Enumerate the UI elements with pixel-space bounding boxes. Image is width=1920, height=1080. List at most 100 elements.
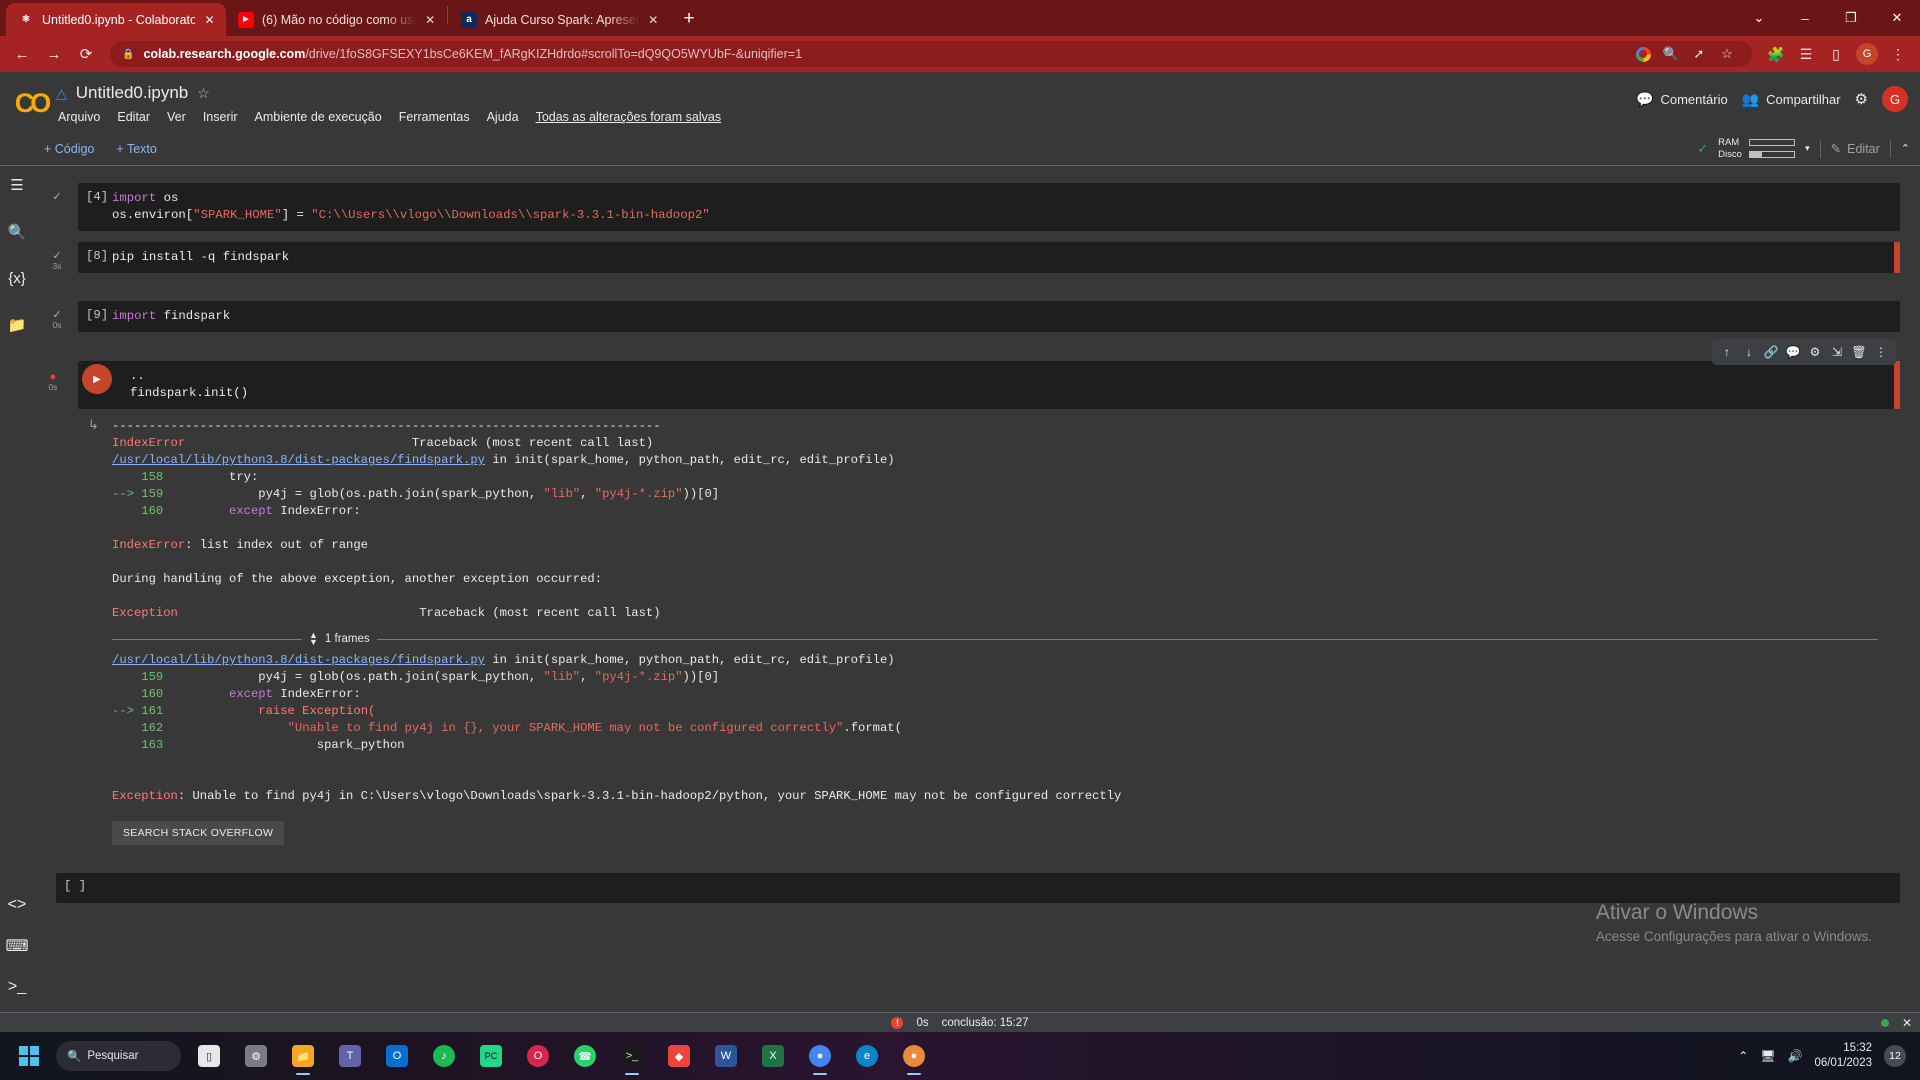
close-tab-icon[interactable]: ✕	[424, 13, 436, 27]
code-cell-active[interactable]: ▶ .. findspark.init()	[78, 361, 1900, 409]
word-icon[interactable]: W	[704, 1034, 748, 1078]
address-bar[interactable]: 🔒 colab.research.google.com/drive/1foS8G…	[110, 41, 1752, 67]
notebook-cell-active[interactable]: ↑ ↓ 🔗 💬 ⚙ ⇲ 🗑 ⋮ ● 0s ▶ .. findspark.init…	[34, 339, 1920, 857]
chevron-up-icon[interactable]: ⌃	[1738, 1049, 1748, 1063]
code-cell-9[interactable]: [9] import findspark	[78, 301, 1900, 332]
menu-item-ver[interactable]: Ver	[167, 110, 186, 124]
notebook-title[interactable]: Untitled0.ipynb	[76, 83, 188, 103]
gear-icon[interactable]: ⚙	[1855, 90, 1868, 108]
move-cell-up-icon[interactable]: ↑	[1717, 341, 1737, 363]
bookmark-star-icon[interactable]: ☆	[1714, 41, 1740, 67]
link-to-cell-icon[interactable]: 🔗	[1761, 341, 1781, 363]
back-button[interactable]: ←	[8, 40, 36, 68]
code-snippets-icon[interactable]: <>	[8, 896, 27, 914]
menu-item-inserir[interactable]: Inserir	[203, 110, 238, 124]
notebook-cell[interactable]: ✓ [4] import os os.environ["SPARK_HOME"]…	[34, 183, 1920, 231]
browser-tab-0[interactable]: ⚛ Untitled0.ipynb - Colaboratory ✕	[6, 3, 226, 36]
colab-logo-icon[interactable]: CO	[10, 82, 52, 124]
share-icon[interactable]: ➚	[1686, 41, 1712, 67]
volume-icon[interactable]: 🔊	[1787, 1049, 1802, 1063]
close-tab-icon[interactable]: ✕	[648, 13, 659, 27]
minimize-button[interactable]: –	[1782, 0, 1828, 36]
keyboard-shortcuts-icon[interactable]: ⌨	[5, 936, 28, 956]
terminal-icon[interactable]: >_	[8, 978, 26, 996]
move-cell-down-icon[interactable]: ↓	[1739, 341, 1759, 363]
add-text-cell-button[interactable]: + Texto	[116, 142, 156, 156]
more-options-icon[interactable]: ⋮	[1884, 40, 1912, 68]
search-stack-overflow-button[interactable]: SEARCH STACK OVERFLOW	[112, 821, 285, 845]
comment-button[interactable]: 💬 Comentário	[1636, 91, 1728, 108]
close-tab-icon[interactable]: ✕	[203, 13, 216, 27]
star-icon[interactable]: ☆	[197, 85, 210, 102]
edge-icon[interactable]: e	[845, 1034, 889, 1078]
start-button[interactable]	[6, 1033, 52, 1079]
empty-code-cell[interactable]: [ ]	[56, 873, 1900, 903]
mirror-cell-icon[interactable]: ⇲	[1827, 341, 1847, 363]
extensions-icon[interactable]: 🧩	[1762, 40, 1790, 68]
file-path-link[interactable]: /usr/local/lib/python3.8/dist-packages/f…	[112, 453, 485, 467]
outlook-icon[interactable]: O	[375, 1034, 419, 1078]
maximize-button[interactable]: ❐	[1828, 0, 1874, 36]
chevron-down-icon[interactable]: ▾	[1805, 143, 1810, 154]
task-view-icon[interactable]: ▯	[187, 1034, 231, 1078]
cmd-icon[interactable]: >_	[610, 1034, 654, 1078]
microsoft-teams-icon[interactable]: T	[328, 1034, 372, 1078]
add-comment-icon[interactable]: 💬	[1783, 341, 1803, 363]
edit-button[interactable]: ✎ Editar	[1831, 141, 1880, 157]
browser-tab-1[interactable]: ► (6) Mão no código como usar o S ✕	[226, 3, 446, 36]
add-code-cell-button[interactable]: + Código	[44, 142, 94, 156]
delete-cell-icon[interactable]: 🗑	[1849, 341, 1869, 363]
menu-item-ambiente[interactable]: Ambiente de execução	[255, 110, 382, 124]
file-path-link[interactable]: /usr/local/lib/python3.8/dist-packages/f…	[112, 653, 485, 667]
reading-list-icon[interactable]: ☰	[1792, 40, 1820, 68]
browser-tab-2[interactable]: a Ajuda Curso Spark: Apresentando ✕	[449, 3, 669, 36]
notebook-cell[interactable]: ✓ 3s [8] pip install -q findspark	[34, 242, 1920, 273]
resource-meter[interactable]: RAM Disco	[1718, 137, 1796, 160]
notification-badge[interactable]: 12	[1884, 1045, 1906, 1067]
profile-avatar[interactable]: G	[1856, 43, 1878, 65]
search-icon[interactable]: 🔍	[8, 223, 27, 241]
reload-button[interactable]: ⟳	[72, 40, 100, 68]
tab-search-icon[interactable]: ⌄	[1736, 0, 1782, 36]
files-icon[interactable]: 📁	[8, 316, 27, 334]
settings-icon[interactable]: ⚙	[234, 1034, 278, 1078]
table-of-contents-icon[interactable]: ☰	[10, 176, 23, 194]
save-status[interactable]: Todas as alterações foram salvas	[536, 110, 722, 124]
forward-button[interactable]: →	[40, 40, 68, 68]
close-status-icon[interactable]: ✕	[1902, 1016, 1912, 1030]
notebook-cell[interactable]: ✓ 0s [9] import findspark	[34, 301, 1920, 332]
close-window-button[interactable]: ✕	[1874, 0, 1920, 36]
code-cell-4[interactable]: [4] import os os.environ["SPARK_HOME"] =…	[78, 183, 1900, 231]
chrome-icon[interactable]: ●	[798, 1034, 842, 1078]
run-cell-button[interactable]: ▶	[82, 364, 118, 400]
pycharm-icon[interactable]: PC	[469, 1034, 513, 1078]
anydesk-icon[interactable]: ◆	[657, 1034, 701, 1078]
excel-icon[interactable]: X	[751, 1034, 795, 1078]
side-panel-icon[interactable]: ▯	[1822, 40, 1850, 68]
new-tab-button[interactable]: +	[675, 5, 703, 33]
menu-item-editar[interactable]: Editar	[117, 110, 150, 124]
code-cell-8[interactable]: [8] pip install -q findspark	[78, 242, 1900, 273]
variables-icon[interactable]: {x}	[8, 270, 26, 287]
google-icon[interactable]	[1630, 41, 1656, 67]
chevron-up-icon[interactable]: ⌃	[1901, 142, 1910, 155]
file-explorer-icon[interactable]: 📁	[281, 1034, 325, 1078]
more-options-icon[interactable]: ⋮	[1871, 341, 1891, 363]
menu-item-arquivo[interactable]: Arquivo	[58, 110, 100, 124]
search-icon[interactable]: 🔍	[1658, 41, 1684, 67]
expand-frames-icon[interactable]: ▲ ▼	[309, 631, 318, 647]
menu-item-ferramentas[interactable]: Ferramentas	[399, 110, 470, 124]
cell-settings-icon[interactable]: ⚙	[1805, 341, 1825, 363]
chrome-active-icon[interactable]: ●	[892, 1034, 936, 1078]
menu-item-ajuda[interactable]: Ajuda	[487, 110, 519, 124]
frames-toggle[interactable]: ▲ ▼ 1 frames	[112, 631, 1900, 647]
spotify-icon[interactable]: ♪	[422, 1034, 466, 1078]
notebook-scroll-area[interactable]: ✓ [4] import os os.environ["SPARK_HOME"]…	[34, 167, 1920, 1014]
network-icon[interactable]: 🖥	[1760, 1049, 1775, 1063]
opera-icon[interactable]: O	[516, 1034, 560, 1078]
taskbar-search[interactable]: 🔍 Pesquisar	[56, 1041, 181, 1071]
avatar[interactable]: G	[1882, 86, 1908, 112]
whatsapp-icon[interactable]: ☎	[563, 1034, 607, 1078]
taskbar-clock[interactable]: 15:32 06/01/2023	[1814, 1041, 1872, 1071]
share-button[interactable]: 👥 Compartilhar	[1742, 91, 1841, 108]
